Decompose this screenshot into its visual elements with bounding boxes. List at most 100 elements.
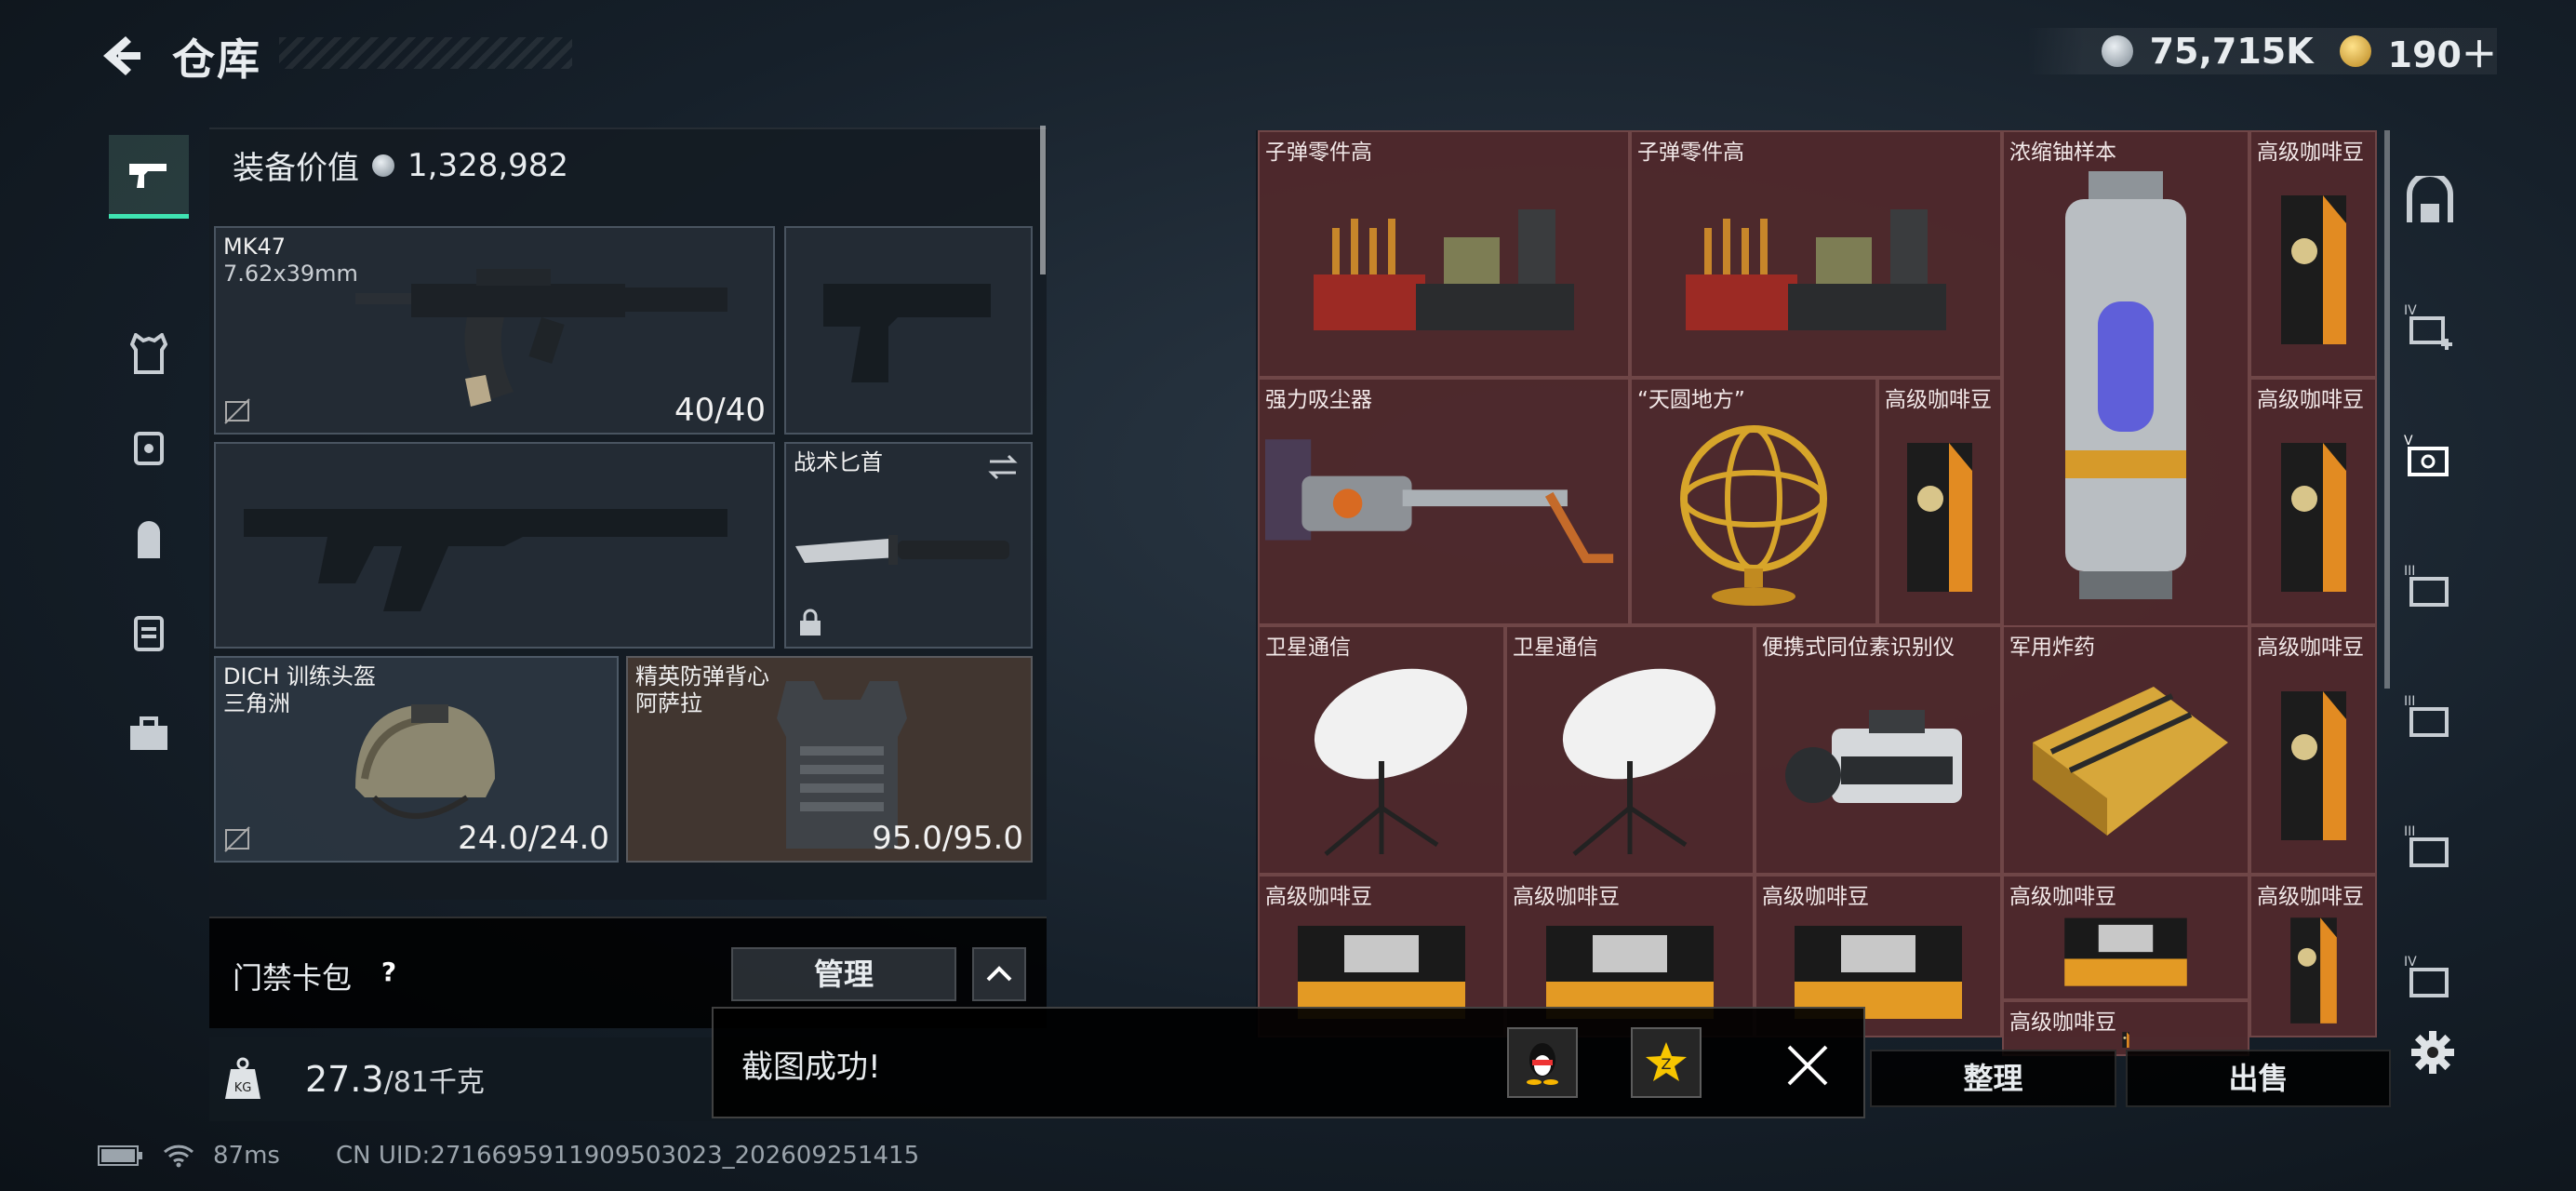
lock-icon — [800, 609, 821, 636]
stash-item[interactable]: 高级咖啡豆 — [2249, 625, 2377, 875]
left-nav — [98, 116, 200, 1047]
pistol-placeholder-icon — [823, 284, 991, 382]
case-icon — [134, 616, 164, 651]
stash-item[interactable]: 子弹零件高 — [1258, 130, 1630, 378]
nav-chest-rig[interactable] — [109, 405, 189, 488]
share-qzone-button[interactable]: Z — [1631, 1027, 1702, 1098]
stash-item[interactable]: 便携式同位素识别仪 — [1755, 625, 2002, 875]
weapon-name: MK47 7.62x39mm — [223, 234, 358, 287]
stash-item[interactable]: 高级咖啡豆 — [2249, 130, 2377, 378]
equipment-value: 装备价值 1,328,982 — [233, 142, 568, 188]
qzone-star-icon: Z — [1646, 1042, 1687, 1081]
weight-current: 27.3 — [305, 1059, 384, 1100]
tool-shield[interactable] — [2397, 169, 2463, 234]
stash-item[interactable]: 高级咖啡豆 — [2002, 1000, 2249, 1056]
armor-slot[interactable]: 精英防弹背心 阿萨拉 95.0/95.0 — [626, 656, 1033, 863]
nav-weapons[interactable] — [109, 135, 189, 219]
no-insurance-icon — [224, 826, 250, 852]
expand-case-icon: IV — [2404, 303, 2452, 350]
equipment-scrollbar[interactable] — [1040, 126, 1046, 274]
nav-backpack[interactable] — [109, 498, 189, 582]
secondary-weapon-slot[interactable] — [214, 442, 775, 649]
silver-currency-value: 75,715K — [2149, 31, 2314, 72]
stash-item[interactable]: 卫星通信 — [1258, 625, 1505, 875]
tool-case-iv[interactable]: IV — [2397, 944, 2463, 1010]
stash-item[interactable]: “天圆地方” — [1630, 378, 1877, 625]
svg-text:III: III — [2404, 564, 2415, 579]
pistol-slot[interactable] — [784, 226, 1033, 435]
swap-icon[interactable] — [986, 453, 1020, 481]
case-iv-icon: IV — [2404, 955, 2449, 997]
battery-icon — [98, 1145, 142, 1166]
rifle-placeholder-icon — [244, 509, 727, 611]
page-title: 仓库 — [172, 34, 261, 85]
tool-case-v[interactable]: V — [2397, 423, 2463, 488]
coffee-image — [2009, 1030, 2242, 1049]
equipment-value-label: 装备价值 — [233, 150, 359, 187]
weight-icon: KG — [225, 1057, 260, 1099]
rig-icon — [134, 432, 164, 465]
collapse-button[interactable] — [972, 947, 1026, 1001]
wifi-icon — [163, 1144, 194, 1168]
tool-expand-iv[interactable]: IV — [2397, 293, 2463, 358]
manage-button[interactable]: 管理 — [731, 947, 956, 1001]
coffee-image — [1885, 408, 1995, 618]
svg-text:KG: KG — [234, 1081, 252, 1095]
weapon-durability: 40/40 — [674, 392, 766, 429]
status-bar: 87ms CN UID:2716695911909503023_20260925… — [98, 1142, 919, 1170]
help-icon[interactable]: ? — [370, 954, 407, 991]
stash-item[interactable]: 高级咖啡豆 — [2249, 875, 2377, 1037]
stash-item[interactable]: 子弹零件高 — [1630, 130, 2002, 378]
weight-max: /81千克 — [383, 1066, 485, 1099]
stash-item[interactable]: 浓缩铀样本 — [2002, 130, 2249, 627]
title-stripe — [279, 37, 572, 69]
melee-slot[interactable]: 战术匕首 — [784, 442, 1033, 649]
silver-coin-icon — [2101, 35, 2133, 67]
tool-case-iii-a[interactable]: III — [2397, 554, 2463, 619]
tool-case-iii-c[interactable]: III — [2397, 814, 2463, 879]
toast-message: 截图成功! — [741, 1049, 881, 1086]
gold-coin-icon — [2339, 35, 2371, 67]
svg-text:IV: IV — [2404, 303, 2417, 318]
stash-item[interactable]: 高级咖啡豆 — [2002, 875, 2249, 1000]
armillary-image — [1637, 408, 1870, 618]
safe-case-icon: V — [2404, 434, 2449, 476]
shield-icon — [2407, 176, 2453, 222]
nav-armor[interactable] — [109, 312, 189, 395]
weight-readout: 27.3/81千克 — [305, 1059, 485, 1100]
nav-toolbox[interactable] — [109, 693, 189, 777]
sell-button[interactable]: 出售 — [2126, 1050, 2391, 1107]
close-icon[interactable] — [1782, 1039, 1834, 1091]
satellite-image — [1513, 655, 1747, 867]
primary-weapon-slot[interactable]: MK47 7.62x39mm 40/40 — [214, 226, 775, 435]
qq-penguin-icon — [1527, 1043, 1558, 1085]
helmet-slot[interactable]: DICH 训练头盔 三角洲 24.0/24.0 — [214, 656, 619, 863]
stash-item[interactable]: 高级咖啡豆 — [1877, 378, 2002, 625]
isotope-image — [1762, 655, 1995, 867]
knife-image — [795, 535, 1009, 565]
gold-currency-value[interactable]: 190＋ — [2388, 26, 2497, 77]
stash-item[interactable]: 高级咖啡豆 — [2249, 378, 2377, 625]
gear-icon[interactable] — [2409, 1029, 2456, 1076]
backpack-icon — [138, 521, 160, 558]
right-toolbar: IV V III III III IV — [2388, 130, 2472, 1061]
stash-item[interactable]: 军用炸药 — [2002, 625, 2249, 875]
tool-case-iii-b[interactable]: III — [2397, 684, 2463, 749]
share-qq-button[interactable] — [1507, 1027, 1578, 1098]
currency-bar: 75,715K 190＋ — [2026, 26, 2497, 77]
nav-case[interactable] — [109, 591, 189, 675]
stash-item[interactable]: 强力吸尘器 — [1258, 378, 1630, 625]
uranium-image — [2009, 160, 2242, 620]
armor-name: 精英防弹背心 阿萨拉 — [635, 663, 769, 716]
explosive-image — [2009, 655, 2242, 867]
vest-icon — [130, 333, 167, 374]
ammo-parts-image — [1637, 160, 1995, 370]
melee-name: 战术匕首 — [794, 449, 883, 475]
back-arrow-icon[interactable] — [98, 33, 144, 79]
stash-item[interactable]: 卫星通信 — [1505, 625, 1755, 875]
sort-button[interactable]: 整理 — [1870, 1050, 2116, 1107]
svg-text:V: V — [2404, 434, 2413, 448]
svg-text:III: III — [2404, 824, 2415, 839]
svg-text:Z: Z — [1662, 1055, 1672, 1073]
toolbox-icon — [130, 716, 167, 750]
